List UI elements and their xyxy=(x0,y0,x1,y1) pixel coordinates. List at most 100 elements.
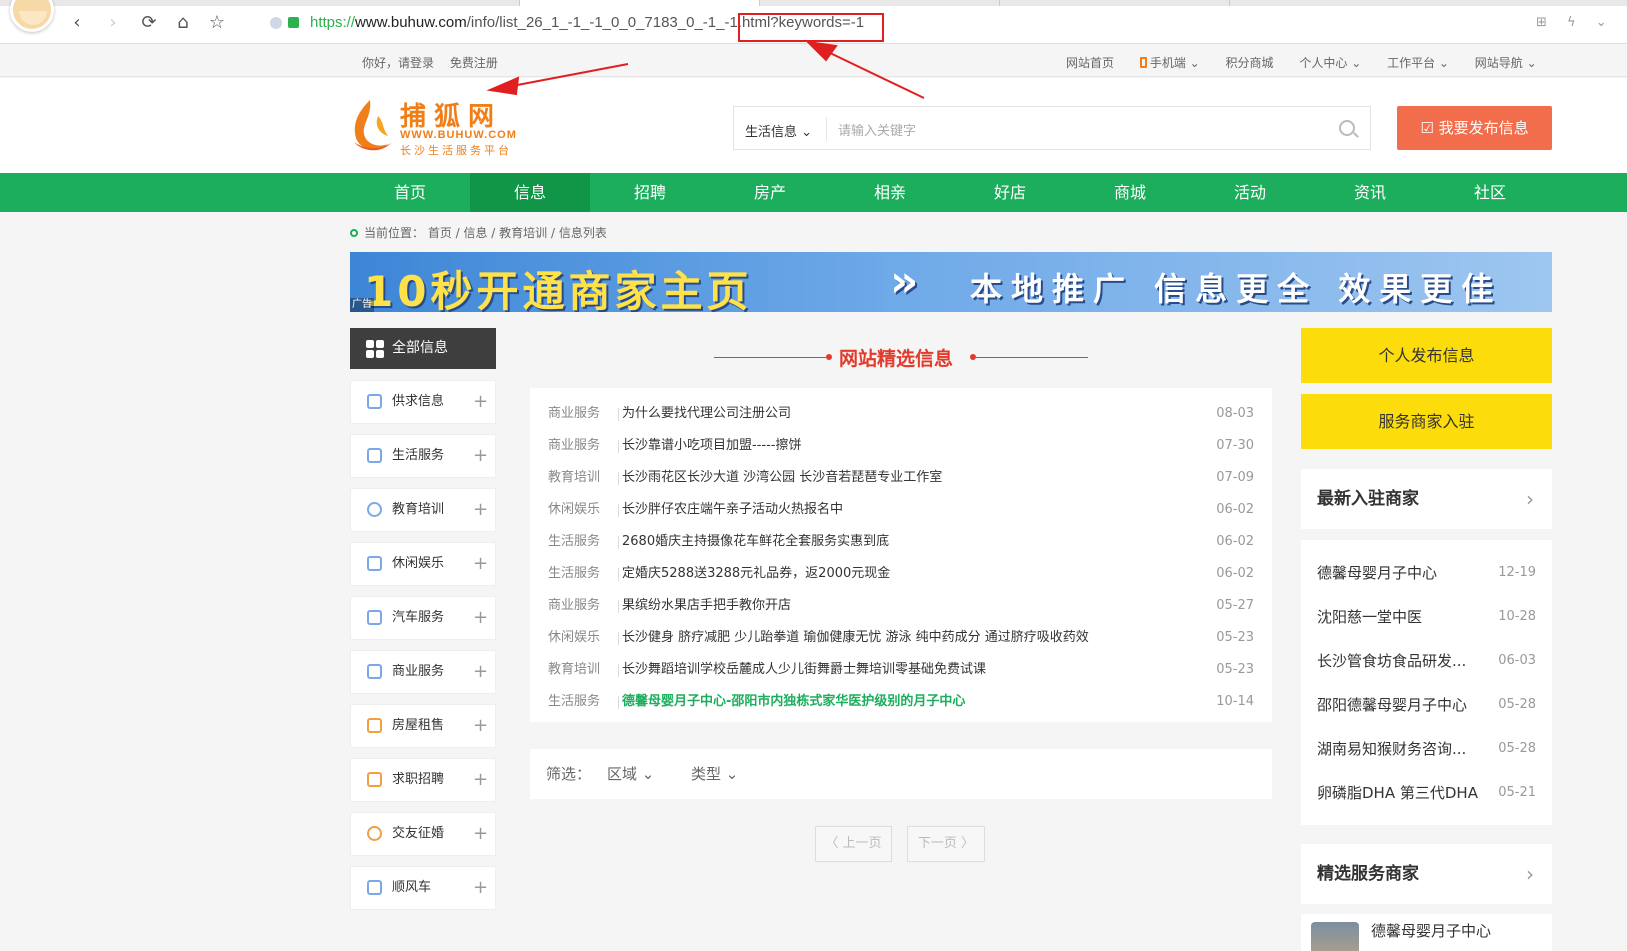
merchant-name[interactable]: 湖南易知猴财务咨询... xyxy=(1317,727,1483,771)
nav-mall[interactable]: 商城 xyxy=(1070,173,1190,212)
all-info-button[interactable]: 全部信息 xyxy=(350,328,496,369)
sidebar-item-life[interactable]: 生活服务 + xyxy=(350,434,496,478)
merchant-item[interactable]: 德馨母婴月子中心 12-19 xyxy=(1301,551,1552,595)
merchant-item[interactable]: 长沙管食坊食品研发... 06-03 xyxy=(1301,639,1552,683)
merchant-join-button[interactable]: 服务商家入驻 xyxy=(1301,394,1552,449)
featured-merchant-card[interactable]: 德馨母婴月子中心 xyxy=(1301,914,1552,951)
mobile-link[interactable]: 手机端 ⌄ xyxy=(1139,56,1200,70)
item-category[interactable]: 商业服务 xyxy=(548,590,600,622)
item-title[interactable]: 长沙雨花区长沙大道 沙湾公园 长沙音若琵琶专业工作室 xyxy=(622,462,942,494)
personal-center-link[interactable]: 个人中心 ⌄ xyxy=(1299,56,1361,70)
item-category[interactable]: 生活服务 xyxy=(548,526,600,558)
item-category[interactable]: 生活服务 xyxy=(548,558,600,590)
login-link[interactable]: 你好，请登录 xyxy=(362,56,434,70)
sidebar-item-rideshare[interactable]: 顺风车 + xyxy=(350,866,496,910)
site-home-link[interactable]: 网站首页 xyxy=(1066,56,1114,70)
list-item[interactable]: 生活服务 定婚庆5288送3288元礼品券，返2000元现金 06-02 xyxy=(530,558,1272,590)
site-nav-link[interactable]: 网站导航 ⌄ xyxy=(1475,56,1537,70)
publish-info-button[interactable]: ☑ 我要发布信息 xyxy=(1397,106,1552,150)
sidebar-item-leisure[interactable]: 休闲娱乐 + xyxy=(350,542,496,586)
expand-plus-icon[interactable]: + xyxy=(473,867,488,909)
merchant-name[interactable]: 沈阳慈一堂中医 xyxy=(1317,595,1483,639)
points-mall-link[interactable]: 积分商城 xyxy=(1226,56,1274,70)
expand-plus-icon[interactable]: + xyxy=(473,543,488,585)
merchant-name[interactable]: 德馨母婴月子中心 xyxy=(1317,551,1483,595)
expand-plus-icon[interactable]: + xyxy=(473,759,488,801)
nav-jobs[interactable]: 招聘 xyxy=(590,173,710,212)
list-item[interactable]: 商业服务 为什么要找代理公司注册公司 08-03 xyxy=(530,398,1272,430)
nav-home[interactable]: 首页 xyxy=(350,173,470,212)
forward-icon[interactable]: › xyxy=(102,12,124,34)
site-logo[interactable]: 捕狐网 WWW.BUHUW.COM 长沙生活服务平台 xyxy=(348,96,538,157)
nav-events[interactable]: 活动 xyxy=(1190,173,1310,212)
item-category[interactable]: 商业服务 xyxy=(548,398,600,430)
type-filter-dropdown[interactable]: 类型 ⌄ xyxy=(691,749,738,799)
expand-plus-icon[interactable]: + xyxy=(473,489,488,531)
region-filter-dropdown[interactable]: 区域 ⌄ xyxy=(607,749,654,799)
browser-tab[interactable] xyxy=(80,0,520,6)
prev-page-button[interactable]: 〈 上一页 xyxy=(815,826,892,862)
sidebar-item-car[interactable]: 汽车服务 + xyxy=(350,596,496,640)
merchant-name[interactable]: 卵磷脂DHA 第三代DHA xyxy=(1317,771,1483,815)
breadcrumb-text[interactable]: 当前位置： 首页 / 信息 / 教育培训 / 信息列表 xyxy=(364,226,607,240)
item-title[interactable]: 长沙健身 脐疗减肥 少儿跆拳道 瑜伽健康无忧 游泳 纯中药成分 通过脐疗吸收药效 xyxy=(622,622,1089,654)
home-icon[interactable]: ⌂ xyxy=(172,12,194,34)
item-title[interactable]: 长沙靠谱小吃项目加盟-----擦饼 xyxy=(622,430,801,462)
search-category-select[interactable]: 生活信息 ⌄ xyxy=(745,121,812,140)
item-title[interactable]: 长沙胖仔农庄端午亲子活动火热报名中 xyxy=(622,494,843,526)
lock-icon[interactable] xyxy=(288,17,299,28)
nav-housing[interactable]: 房产 xyxy=(710,173,830,212)
nav-shops[interactable]: 好店 xyxy=(950,173,1070,212)
merchant-item[interactable]: 沈阳慈一堂中医 10-28 xyxy=(1301,595,1552,639)
expand-plus-icon[interactable]: + xyxy=(473,597,488,639)
item-title[interactable]: 长沙舞蹈培训学校岳麓成人少儿街舞爵士舞培训零基础免费试课 xyxy=(622,654,986,686)
expand-plus-icon[interactable]: + xyxy=(473,813,488,855)
item-title[interactable]: 2680婚庆主持摄像花车鲜花全套服务实惠到底 xyxy=(622,526,889,558)
list-item[interactable]: 生活服务 2680婚庆主持摄像花车鲜花全套服务实惠到底 06-02 xyxy=(530,526,1272,558)
list-item[interactable]: 休闲娱乐 长沙胖仔农庄端午亲子活动火热报名中 06-02 xyxy=(530,494,1272,526)
list-item[interactable]: 教育培训 长沙舞蹈培训学校岳麓成人少儿街舞爵士舞培训零基础免费试课 05-23 xyxy=(530,654,1272,686)
browser-tab-active[interactable] xyxy=(520,0,760,6)
expand-plus-icon[interactable]: + xyxy=(473,381,488,423)
chevron-right-icon[interactable]: › xyxy=(1526,469,1534,529)
item-title[interactable]: 果缤纷水果店手把手教你开店 xyxy=(622,590,791,622)
browser-tab[interactable] xyxy=(760,0,1000,6)
item-category[interactable]: 教育培训 xyxy=(548,654,600,686)
star-icon[interactable]: ☆ xyxy=(206,12,228,34)
item-title[interactable]: 定婚庆5288送3288元礼品券，返2000元现金 xyxy=(622,558,890,590)
merchant-item[interactable]: 邵阳德馨母婴月子中心 05-28 xyxy=(1301,683,1552,727)
item-category[interactable]: 商业服务 xyxy=(548,430,600,462)
list-item[interactable]: 商业服务 长沙靠谱小吃项目加盟-----擦饼 07-30 xyxy=(530,430,1272,462)
sidebar-item-supply[interactable]: 供求信息 + xyxy=(350,380,496,424)
list-item[interactable]: 商业服务 果缤纷水果店手把手教你开店 05-27 xyxy=(530,590,1272,622)
merchant-thumbnail[interactable] xyxy=(1311,922,1359,951)
search-input[interactable]: 请输入关键字 xyxy=(838,120,916,139)
list-item-highlighted[interactable]: 生活服务 德馨母婴月子中心-邵阳市内独栋式家华医护级别的月子中心 10-14 xyxy=(530,686,1272,718)
reload-icon[interactable]: ⟳ xyxy=(138,12,160,34)
expand-plus-icon[interactable]: + xyxy=(473,435,488,477)
merchant-name[interactable]: 长沙管食坊食品研发... xyxy=(1317,639,1483,683)
nav-news[interactable]: 资讯 xyxy=(1310,173,1430,212)
tab-strip[interactable] xyxy=(0,0,1627,6)
ad-banner[interactable]: 10秒开通商家主页 » 本地推广 信息更全 效果更佳 广告 xyxy=(350,252,1552,312)
profile-avatar-icon[interactable] xyxy=(10,0,54,32)
latest-merchants-header[interactable]: 最新入驻商家 › xyxy=(1301,469,1552,529)
merchant-item[interactable]: 卵磷脂DHA 第三代DHA 05-21 xyxy=(1301,771,1552,815)
browser-tools[interactable]: ⊞ ϟ ⌄ xyxy=(1536,15,1615,30)
featured-merchant-name[interactable]: 德馨母婴月子中心 xyxy=(1371,920,1491,941)
nav-info[interactable]: 信息 xyxy=(470,173,590,212)
item-category[interactable]: 休闲娱乐 xyxy=(548,494,600,526)
browser-tab[interactable] xyxy=(1000,0,1230,6)
sidebar-item-education[interactable]: 教育培训 + xyxy=(350,488,496,532)
back-icon[interactable]: ‹ xyxy=(66,12,88,34)
workbench-link[interactable]: 工作平台 ⌄ xyxy=(1387,56,1449,70)
item-category[interactable]: 教育培训 xyxy=(548,462,600,494)
list-item[interactable]: 教育培训 长沙雨花区长沙大道 沙湾公园 长沙音若琵琶专业工作室 07-09 xyxy=(530,462,1272,494)
nav-dating[interactable]: 相亲 xyxy=(830,173,950,212)
chevron-right-icon[interactable]: › xyxy=(1526,844,1534,904)
expand-plus-icon[interactable]: + xyxy=(473,651,488,693)
item-category[interactable]: 休闲娱乐 xyxy=(548,622,600,654)
merchant-item[interactable]: 湖南易知猴财务咨询... 05-28 xyxy=(1301,727,1552,771)
register-link[interactable]: 免费注册 xyxy=(450,56,498,70)
nav-community[interactable]: 社区 xyxy=(1430,173,1550,212)
